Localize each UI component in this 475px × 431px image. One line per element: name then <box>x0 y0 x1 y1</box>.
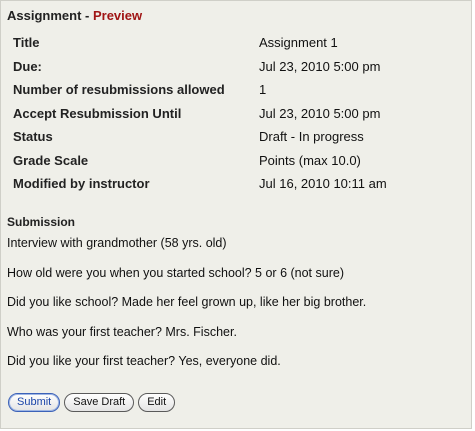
property-value: Jul 23, 2010 5:00 pm <box>259 105 381 121</box>
page-title-text: Assignment <box>7 8 82 23</box>
submit-button[interactable]: Submit <box>8 393 61 412</box>
property-row-due: Due: Jul 23, 2010 5:00 pm <box>13 55 463 79</box>
property-value: Draft - In progress <box>259 129 364 144</box>
property-row-resubmissions: Number of resubmissions allowed 1 <box>13 78 463 102</box>
property-row-title: Title Assignment 1 <box>13 31 463 55</box>
save-draft-button[interactable]: Save Draft <box>64 393 135 412</box>
property-value: 1 <box>259 82 267 97</box>
submission-line: Did you like your first teacher? Yes, ev… <box>7 354 281 368</box>
submission-line: How old were you when you started school… <box>7 265 344 280</box>
property-value: Jul 16, 2010 10:11 am <box>259 176 387 191</box>
property-row-modified: Modified by instructor Jul 16, 2010 10:1… <box>13 172 463 196</box>
submission-line: Interview with grandmother (58 yrs. old) <box>7 236 227 250</box>
property-label: Title <box>13 35 40 50</box>
preview-label: Preview <box>92 8 143 23</box>
property-label: Number of resubmissions allowed <box>13 82 225 97</box>
property-value: Jul 23, 2010 5:00 pm <box>259 58 381 74</box>
submission-line: Did you like school? Made her feel grown… <box>7 295 367 309</box>
property-row-grade-scale: Grade Scale Points (max 10.0) <box>13 149 463 173</box>
submission-heading: Submission <box>7 215 76 229</box>
edit-button[interactable]: Edit <box>138 393 176 412</box>
assignment-preview-panel: Assignment - Preview Title Assignment 1 … <box>0 0 472 429</box>
assignment-properties: Title Assignment 1 Due: Jul 23, 2010 5:0… <box>13 31 463 196</box>
property-row-accept-until: Accept Resubmission Until Jul 23, 2010 5… <box>13 102 463 126</box>
page-title: Assignment - Preview <box>7 8 142 23</box>
property-label: Due: <box>13 58 42 74</box>
action-buttons: Submit Save Draft Edit <box>8 393 176 412</box>
page-title-separator: - <box>81 8 93 23</box>
property-label: Status <box>13 129 53 144</box>
property-label: Modified by instructor <box>13 176 150 191</box>
submission-line: Who was your first teacher? Mrs. Fischer… <box>7 324 237 339</box>
property-row-status: Status Draft - In progress <box>13 125 463 149</box>
property-value: Assignment 1 <box>259 35 338 50</box>
property-value: Points (max 10.0) <box>259 152 361 168</box>
submission-text: Interview with grandmother (58 yrs. old)… <box>7 236 462 384</box>
property-label: Accept Resubmission Until <box>13 105 182 121</box>
property-label: Grade Scale <box>13 152 89 168</box>
